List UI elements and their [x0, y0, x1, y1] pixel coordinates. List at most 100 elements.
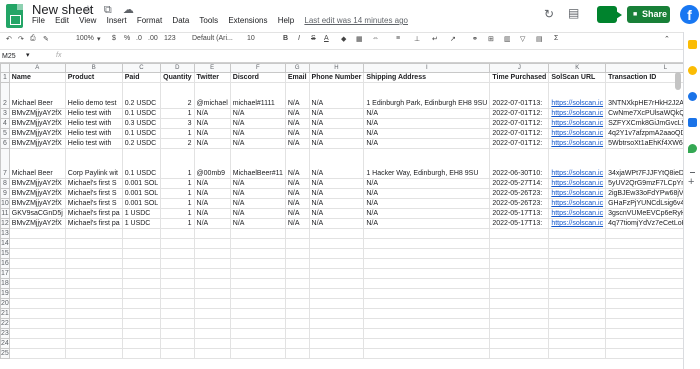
cell[interactable]: 0.1 USDC [121, 128, 162, 139]
cell[interactable]: 2 [160, 82, 195, 109]
cell[interactable]: 1 [160, 178, 195, 189]
cell[interactable] [363, 258, 491, 269]
cell[interactable] [121, 228, 162, 239]
cell[interactable] [548, 288, 607, 299]
cell[interactable] [193, 288, 231, 299]
column-header[interactable]: E [193, 63, 231, 73]
cell[interactable]: 0.1 USDC [121, 148, 162, 179]
cell[interactable] [64, 308, 123, 319]
cell[interactable] [284, 318, 310, 329]
contacts-icon[interactable] [688, 118, 697, 127]
row-header[interactable]: 18 [0, 278, 10, 289]
cell[interactable]: N/A [193, 188, 231, 199]
cell[interactable]: BMvZMjjyAY2fX [8, 108, 66, 119]
menu-tools[interactable]: Tools [199, 16, 218, 25]
cell[interactable] [193, 308, 231, 319]
cell[interactable]: https://solscan.ic [548, 188, 607, 199]
add-on-plus-icon[interactable]: + [688, 176, 694, 188]
cell[interactable] [121, 348, 162, 359]
cell[interactable]: Michael Beer [8, 82, 66, 109]
cell[interactable] [160, 248, 195, 259]
cell[interactable]: N/A [363, 128, 491, 139]
cell[interactable]: 1 [160, 198, 195, 209]
cell[interactable]: 2022-05-27T14: [489, 178, 550, 189]
print-icon[interactable]: ⎙ [30, 35, 36, 43]
cell[interactable]: MichaelBeer#11 [229, 148, 286, 179]
cell[interactable]: 0.3 USDC [121, 118, 162, 129]
cell[interactable] [193, 328, 231, 339]
cell[interactable]: GKV9saCGnD5j [8, 208, 66, 219]
comment-add-icon[interactable]: ⊞ [488, 35, 494, 43]
cell[interactable] [489, 248, 550, 259]
cell[interactable] [193, 278, 231, 289]
cell[interactable]: https://solscan.ic [548, 208, 607, 219]
last-edit-link[interactable]: Last edit was 14 minutes ago [304, 16, 408, 25]
chevron-down-icon[interactable]: ▾ [26, 51, 30, 59]
percent-button[interactable]: % [124, 35, 130, 42]
cell[interactable] [363, 288, 491, 299]
cell[interactable] [548, 328, 607, 339]
sheets-logo-icon[interactable] [6, 4, 23, 28]
title-actions-icons[interactable]: ☆ ⧉ ☁ [83, 3, 138, 17]
cell[interactable]: Product [64, 72, 123, 83]
cell[interactable]: Helio test with [64, 108, 123, 119]
cell[interactable] [8, 348, 66, 359]
cell[interactable] [121, 328, 162, 339]
cell[interactable] [548, 258, 607, 269]
cell[interactable] [284, 248, 310, 259]
history-icon[interactable]: ↻ [544, 7, 554, 21]
cell[interactable] [160, 308, 195, 319]
row-header[interactable]: 23 [0, 328, 10, 339]
row-header[interactable]: 21 [0, 308, 10, 319]
cell[interactable] [160, 238, 195, 249]
text-rotate-icon[interactable]: ↗ [450, 35, 456, 43]
cell[interactable]: N/A [363, 208, 491, 219]
cell[interactable] [229, 288, 286, 299]
column-header[interactable]: D [160, 63, 195, 73]
cell[interactable]: N/A [193, 118, 231, 129]
cell[interactable] [160, 268, 195, 279]
cell[interactable] [64, 318, 123, 329]
cell[interactable] [284, 268, 310, 279]
cell[interactable]: N/A [363, 108, 491, 119]
cell[interactable] [363, 228, 491, 239]
row-header[interactable]: 9 [0, 188, 10, 199]
cell[interactable] [489, 338, 550, 349]
cell[interactable] [489, 348, 550, 359]
cell[interactable]: Name [8, 72, 66, 83]
cell[interactable] [64, 258, 123, 269]
cell[interactable] [489, 288, 550, 299]
column-header[interactable]: A [8, 63, 66, 73]
row-header[interactable]: 20 [0, 298, 10, 309]
comment-icon[interactable]: ▤ [568, 6, 579, 20]
cell[interactable] [193, 248, 231, 259]
cell[interactable] [8, 258, 66, 269]
meet-icon[interactable] [597, 6, 622, 23]
text-wrap-icon[interactable]: ↵ [432, 35, 438, 43]
calendar-icon[interactable] [688, 40, 697, 49]
cell[interactable]: https://solscan.ic [548, 218, 607, 229]
cell[interactable] [160, 288, 195, 299]
column-header[interactable]: G [284, 63, 310, 73]
cell[interactable] [363, 268, 491, 279]
cell[interactable] [548, 308, 607, 319]
cell[interactable] [121, 258, 162, 269]
row-header[interactable]: 10 [0, 198, 10, 209]
cell[interactable]: BMvZMjjyAY2fX [8, 178, 66, 189]
cell[interactable]: Helio demo test [64, 82, 123, 109]
cell[interactable]: N/A [284, 198, 310, 209]
cell[interactable]: N/A [229, 188, 286, 199]
borders-icon[interactable]: ▦ [356, 35, 363, 43]
cell[interactable] [363, 298, 491, 309]
cell[interactable] [8, 298, 66, 309]
cell[interactable]: N/A [193, 108, 231, 119]
cell[interactable] [308, 348, 365, 359]
row-header[interactable]: 25 [0, 348, 10, 359]
cell[interactable]: https://solscan.ic [548, 82, 607, 109]
cell[interactable]: 2022-05-26T23: [489, 188, 550, 199]
cell[interactable] [284, 328, 310, 339]
paint-format-icon[interactable]: ✎ [43, 35, 49, 43]
row-header[interactable]: 13 [0, 228, 10, 239]
column-header[interactable]: C [121, 63, 162, 73]
cell[interactable] [308, 258, 365, 269]
